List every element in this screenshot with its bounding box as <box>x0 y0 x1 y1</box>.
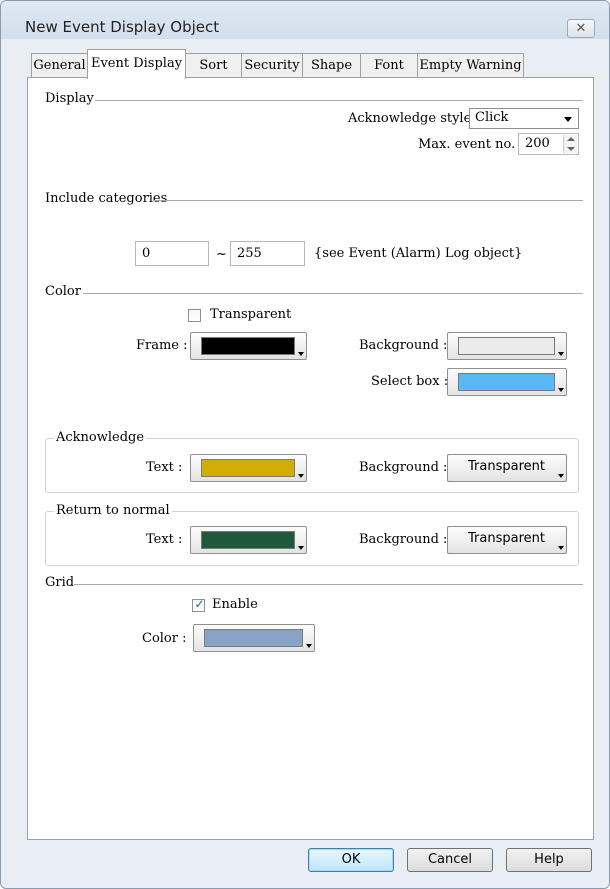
tab-empty-warning[interactable]: Empty Warning <box>417 53 524 77</box>
dropdown-arrow-icon <box>558 546 564 550</box>
ok-button[interactable]: OK <box>308 848 394 872</box>
dropdown-arrow-icon <box>298 474 304 478</box>
spin-up-icon <box>567 137 575 141</box>
max-event-spinner[interactable]: 200 <box>518 133 579 155</box>
max-event-label: Max. event no. : <box>418 137 524 152</box>
checkmark-icon: ✓ <box>194 597 205 611</box>
return-normal-group-label: Return to normal <box>54 503 172 518</box>
grid-color-label: Color : <box>142 631 187 646</box>
frame-label: Frame : <box>136 338 188 353</box>
tab-general[interactable]: General <box>31 53 88 77</box>
background-color-swatch <box>458 337 555 355</box>
ack-style-select[interactable]: Click <box>469 108 579 129</box>
close-icon: ✕ <box>575 21 587 36</box>
ack-style-label: Acknowledge style : <box>348 111 480 126</box>
rtn-text-color-swatch <box>201 531 295 549</box>
category-from-value: 0 <box>142 246 151 261</box>
cancel-button[interactable]: Cancel <box>407 848 493 872</box>
color-divider <box>83 293 583 294</box>
chevron-down-icon <box>564 117 572 122</box>
category-to-value: 255 <box>237 246 262 261</box>
tab-font[interactable]: Font <box>360 53 418 77</box>
spin-down-icon <box>567 147 575 151</box>
dialog-window: New Event Display Object ✕ General Event… <box>0 0 610 889</box>
dropdown-arrow-icon <box>558 474 564 478</box>
rtn-background-button[interactable]: Transparent <box>447 526 567 554</box>
background-label: Background : <box>359 338 448 353</box>
select-box-label: Select box : <box>371 374 449 389</box>
ack-background-label: Background : <box>359 460 448 475</box>
tab-panel: Display Acknowledge style : Click Max. e… <box>27 77 594 840</box>
close-button[interactable]: ✕ <box>567 19 595 38</box>
ack-text-label: Text : <box>146 460 183 475</box>
ack-background-value: Transparent <box>468 459 545 474</box>
grid-color-swatch <box>204 629 303 647</box>
grid-enable-checkbox[interactable]: ✓ <box>192 597 205 612</box>
dropdown-arrow-icon <box>558 388 564 392</box>
display-section-label: Display <box>45 91 94 106</box>
ack-text-color-swatch <box>201 459 295 477</box>
help-button[interactable]: Help <box>506 848 592 872</box>
category-range-separator: ~ <box>216 247 227 262</box>
rtn-background-label: Background : <box>359 532 448 547</box>
background-color-button[interactable] <box>447 332 567 360</box>
select-box-color-swatch <box>458 373 555 391</box>
select-box-color-button[interactable] <box>447 368 567 396</box>
tab-shape[interactable]: Shape <box>302 53 361 77</box>
dropdown-arrow-icon <box>298 352 304 356</box>
category-from-input[interactable]: 0 <box>135 241 209 266</box>
transparent-checkbox[interactable] <box>188 309 201 322</box>
tab-event-display[interactable]: Event Display <box>87 49 186 79</box>
categories-divider <box>153 200 583 201</box>
tab-security[interactable]: Security <box>241 53 303 77</box>
display-divider <box>95 100 583 101</box>
transparent-label: Transparent <box>210 307 292 322</box>
window-title: New Event Display Object <box>25 18 220 36</box>
rtn-text-label: Text : <box>146 532 183 547</box>
spinner-buttons[interactable] <box>563 135 577 153</box>
acknowledge-group-label: Acknowledge <box>54 430 147 445</box>
categories-section-label: Include categories <box>45 191 168 206</box>
dropdown-arrow-icon <box>298 546 304 550</box>
rtn-background-value: Transparent <box>468 531 545 546</box>
grid-enable-label: Enable <box>212 597 258 612</box>
grid-section-label: Grid <box>45 575 75 590</box>
grid-divider <box>74 584 583 585</box>
title-bar: New Event Display Object ✕ <box>1 1 609 39</box>
category-note: {see Event (Alarm) Log object} <box>314 246 523 261</box>
category-to-input[interactable]: 255 <box>230 241 305 266</box>
tab-sort[interactable]: Sort <box>185 53 242 77</box>
ack-background-button[interactable]: Transparent <box>447 454 567 482</box>
ack-style-value: Click <box>475 110 509 125</box>
grid-color-button[interactable] <box>193 624 315 652</box>
dropdown-arrow-icon <box>558 352 564 356</box>
color-section-label: Color <box>45 284 81 299</box>
dropdown-arrow-icon <box>306 644 312 648</box>
ack-text-color-button[interactable] <box>190 454 307 482</box>
frame-color-button[interactable] <box>190 332 307 360</box>
rtn-text-color-button[interactable] <box>190 526 307 554</box>
max-event-value: 200 <box>525 136 550 151</box>
frame-color-swatch <box>201 337 295 355</box>
